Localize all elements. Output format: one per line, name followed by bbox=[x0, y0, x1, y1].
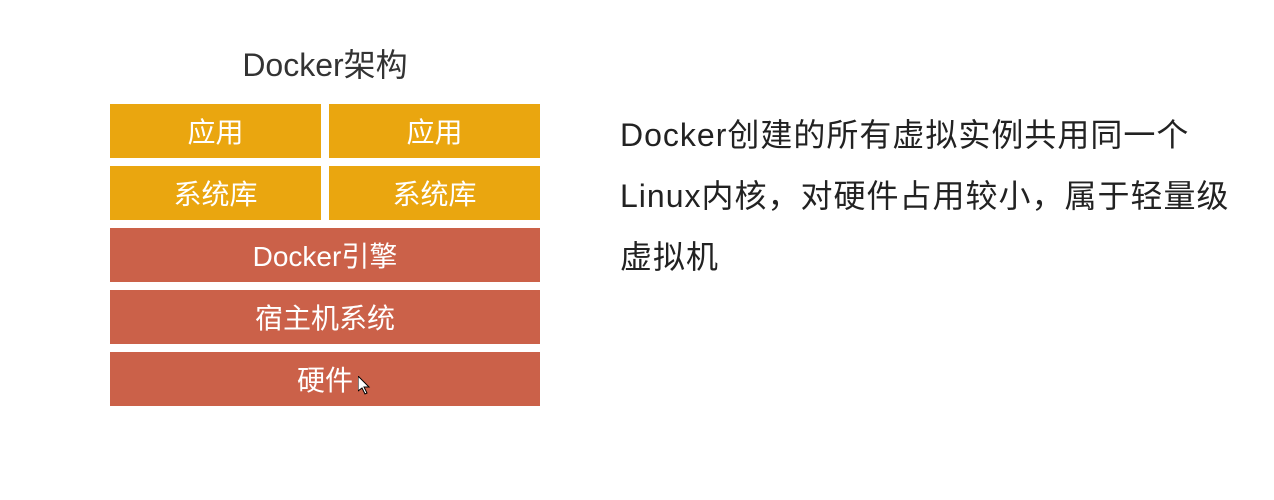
docker-architecture-diagram: Docker架构 应用 应用 系统库 系统库 Docker引擎 宿主机系统 硬件 bbox=[110, 40, 540, 414]
diagram-title: Docker架构 bbox=[110, 40, 540, 86]
app-row: 应用 应用 bbox=[110, 104, 540, 158]
app-box-left: 应用 bbox=[110, 104, 321, 158]
app-box-right: 应用 bbox=[329, 104, 540, 158]
lib-box-left: 系统库 bbox=[110, 166, 321, 220]
docker-engine-box: Docker引擎 bbox=[110, 228, 540, 282]
lib-box-right: 系统库 bbox=[329, 166, 540, 220]
hardware-box: 硬件 bbox=[110, 352, 540, 406]
description-text: Docker创建的所有虚拟实例共用同一个Linux内核，对硬件占用较小，属于轻量… bbox=[620, 105, 1230, 287]
host-os-row: 宿主机系统 bbox=[110, 290, 540, 344]
hardware-row: 硬件 bbox=[110, 352, 540, 406]
lib-row: 系统库 系统库 bbox=[110, 166, 540, 220]
engine-row: Docker引擎 bbox=[110, 228, 540, 282]
host-os-box: 宿主机系统 bbox=[110, 290, 540, 344]
